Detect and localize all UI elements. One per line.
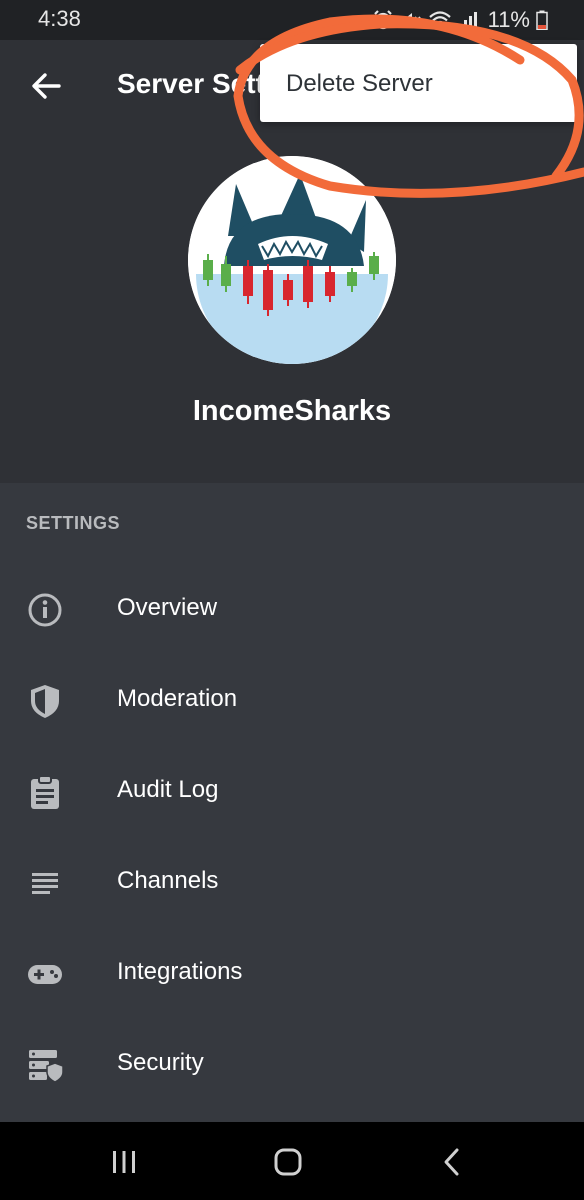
signal-icon (458, 12, 477, 29)
back-nav-button[interactable] (432, 1146, 472, 1178)
shield-icon (31, 685, 59, 718)
settings-item-label: Audit Log (117, 776, 219, 803)
battery-percentage: 11% (487, 7, 530, 32)
alarm-icon (373, 10, 392, 30)
delete-server-menu-item[interactable]: Delete Server (286, 70, 433, 98)
status-icons: 11% (372, 7, 548, 33)
recent-apps-button[interactable] (104, 1146, 144, 1178)
back-button[interactable] (28, 68, 64, 104)
settings-item-label: Moderation (117, 685, 238, 712)
status-time: 4:38 (38, 6, 81, 31)
battery-icon (536, 10, 548, 30)
settings-section-title: SETTINGS (26, 513, 121, 533)
settings-item-label: Channels (117, 867, 219, 894)
channels-list-icon (32, 873, 58, 894)
chevron-left-icon (444, 1148, 459, 1176)
arrow-left-icon (32, 73, 61, 99)
settings-item-security[interactable]: Security (0, 1020, 584, 1111)
settings-item-integrations[interactable]: Integrations (0, 929, 584, 1020)
info-icon (28, 593, 62, 627)
overflow-menu: Delete Server (260, 44, 577, 122)
wifi-icon (428, 11, 451, 30)
server-shield-icon (29, 1050, 64, 1083)
settings-item-channels[interactable]: Channels (0, 838, 584, 929)
clipboard-icon (31, 775, 59, 809)
settings-item-audit-log[interactable]: Audit Log (0, 747, 584, 838)
settings-item-label: Security (117, 1049, 204, 1076)
server-name: IncomeSharks (192, 395, 392, 427)
gamepad-icon (28, 965, 62, 984)
settings-item-moderation[interactable]: Moderation (0, 656, 584, 747)
settings-item-overview[interactable]: Overview (0, 565, 584, 656)
home-icon (274, 1148, 302, 1176)
system-nav-bar (0, 1122, 584, 1200)
settings-item-label: Integrations (117, 958, 243, 985)
server-avatar[interactable] (188, 156, 396, 364)
shark-logo-icon (188, 156, 396, 364)
mute-icon (402, 13, 421, 27)
settings-item-label: Overview (117, 594, 218, 621)
home-button[interactable] (268, 1146, 308, 1178)
recent-apps-icon (113, 1151, 135, 1173)
status-bar: 4:38 11% (0, 0, 584, 40)
